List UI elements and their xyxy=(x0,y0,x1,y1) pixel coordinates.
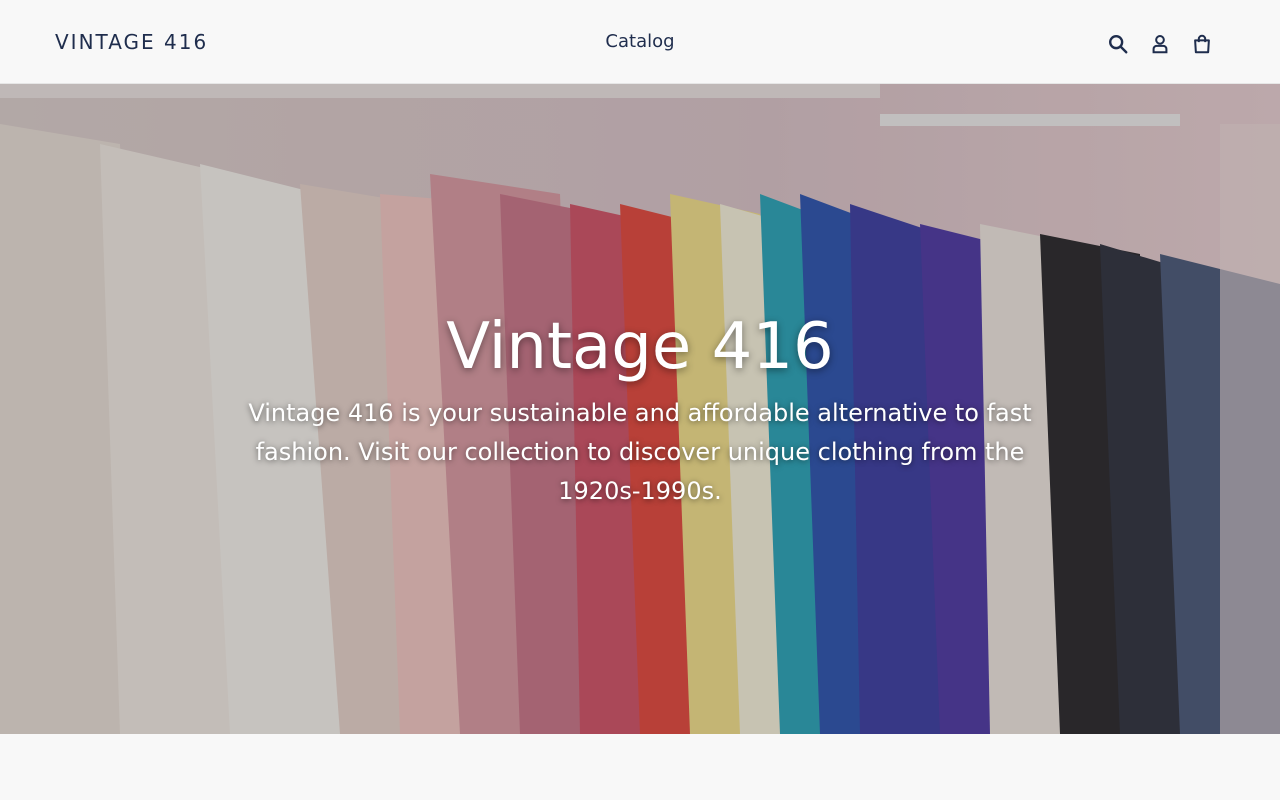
hero-title: Vintage 416 xyxy=(446,310,834,384)
site-header: VINTAGE 416 Catalog xyxy=(0,0,1280,84)
account-icon xyxy=(1152,35,1168,54)
page-content-area xyxy=(0,734,1280,800)
account-button[interactable] xyxy=(1146,30,1174,58)
search-button[interactable] xyxy=(1104,30,1132,58)
header-icons xyxy=(1104,30,1216,58)
cart-button[interactable] xyxy=(1188,30,1216,58)
cart-icon xyxy=(1194,34,1210,54)
hero-subtitle: Vintage 416 is your sustainable and affo… xyxy=(248,399,1032,505)
store-logo[interactable]: VINTAGE 416 xyxy=(55,30,208,54)
nav-item-catalog[interactable]: Catalog xyxy=(605,31,674,52)
search-icon xyxy=(1109,35,1128,54)
hero-banner: Vintage 416 Vintage 416 is your sustaina… xyxy=(0,84,1280,734)
